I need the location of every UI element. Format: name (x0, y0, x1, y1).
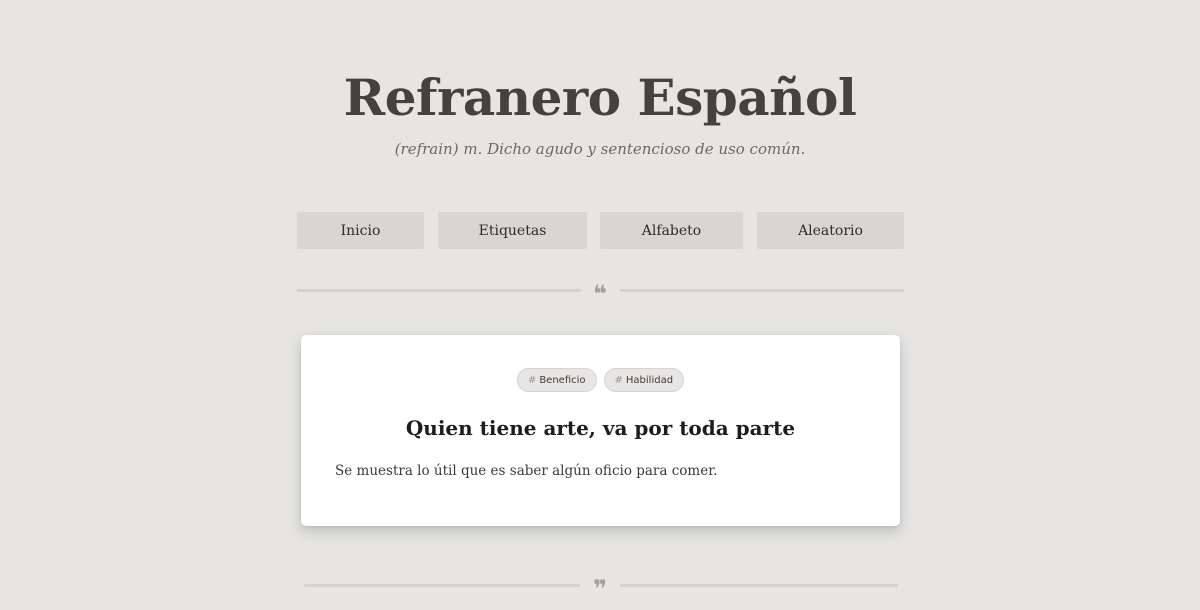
divider-right-line (620, 584, 898, 587)
tag-habilidad[interactable]: # Habilidad (603, 368, 685, 392)
divider-right-line (620, 289, 904, 292)
tag-label: Beneficio (539, 374, 586, 386)
tag-list: # Beneficio # Habilidad (301, 368, 900, 392)
open-quote-icon: ❝ (592, 280, 608, 308)
proverb-card: # Beneficio # Habilidad Quien tiene arte… (301, 335, 900, 526)
proverb-title[interactable]: Quien tiene arte, va por toda parte (301, 415, 900, 441)
nav-inicio-button[interactable]: Inicio (297, 212, 424, 249)
nav-aleatorio-button[interactable]: Aleatorio (757, 212, 904, 249)
nav-alfabeto-button[interactable]: Alfabeto (600, 212, 743, 249)
divider-left-line (304, 584, 580, 587)
proverb-meaning: Se muestra lo útil que es saber algún of… (335, 463, 718, 479)
site-subtitle: (refrain) m. Dicho agudo y sentencioso d… (394, 140, 806, 158)
tag-label: Habilidad (625, 374, 674, 386)
hash-icon: # (527, 374, 537, 386)
tag-beneficio[interactable]: # Beneficio (516, 368, 597, 392)
hash-icon: # (614, 374, 623, 386)
page: Refranero Español (refrain) m. Dicho agu… (0, 0, 1200, 610)
divider-left-line (297, 289, 581, 292)
close-quote-icon: ❞ (592, 575, 608, 603)
site-title[interactable]: Refranero Español (0, 66, 1200, 130)
nav-etiquetas-button[interactable]: Etiquetas (438, 212, 587, 249)
